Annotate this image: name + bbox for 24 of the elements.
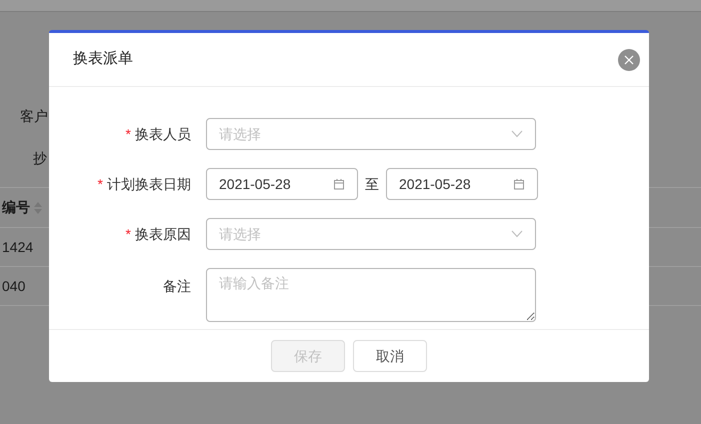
close-button[interactable] [618, 48, 640, 70]
required-asterisk: * [126, 224, 131, 244]
date-field[interactable]: 2021-05-28 [386, 168, 538, 200]
form-label: 抄 [33, 149, 47, 168]
table-cell-text: 1424 [2, 238, 34, 256]
required-asterisk: * [126, 124, 131, 144]
calendar-icon [333, 178, 345, 190]
cancel-button[interactable]: 取消 [353, 340, 427, 372]
required-asterisk: * [98, 174, 103, 194]
field-label: 换表原因 [135, 224, 191, 244]
remarks-field[interactable]: 请输入备注 [206, 268, 536, 322]
close-icon [624, 54, 634, 64]
calendar-icon [513, 178, 525, 190]
form-label: 客户 [20, 107, 48, 126]
range-separator: 至 [364, 174, 380, 194]
field-label: 备注 [163, 277, 191, 296]
field-label: 换表人员 [135, 124, 191, 144]
field-label: 计划换表日期 [107, 174, 191, 194]
dialog-title: 换表派单 [73, 49, 133, 70]
date-field[interactable]: 2021-05-28 [206, 168, 358, 200]
chevron-down-icon [511, 130, 523, 138]
column-header: 编号 [2, 198, 30, 217]
chevron-down-icon [511, 230, 523, 238]
table-cell-text: 040 [2, 276, 26, 296]
